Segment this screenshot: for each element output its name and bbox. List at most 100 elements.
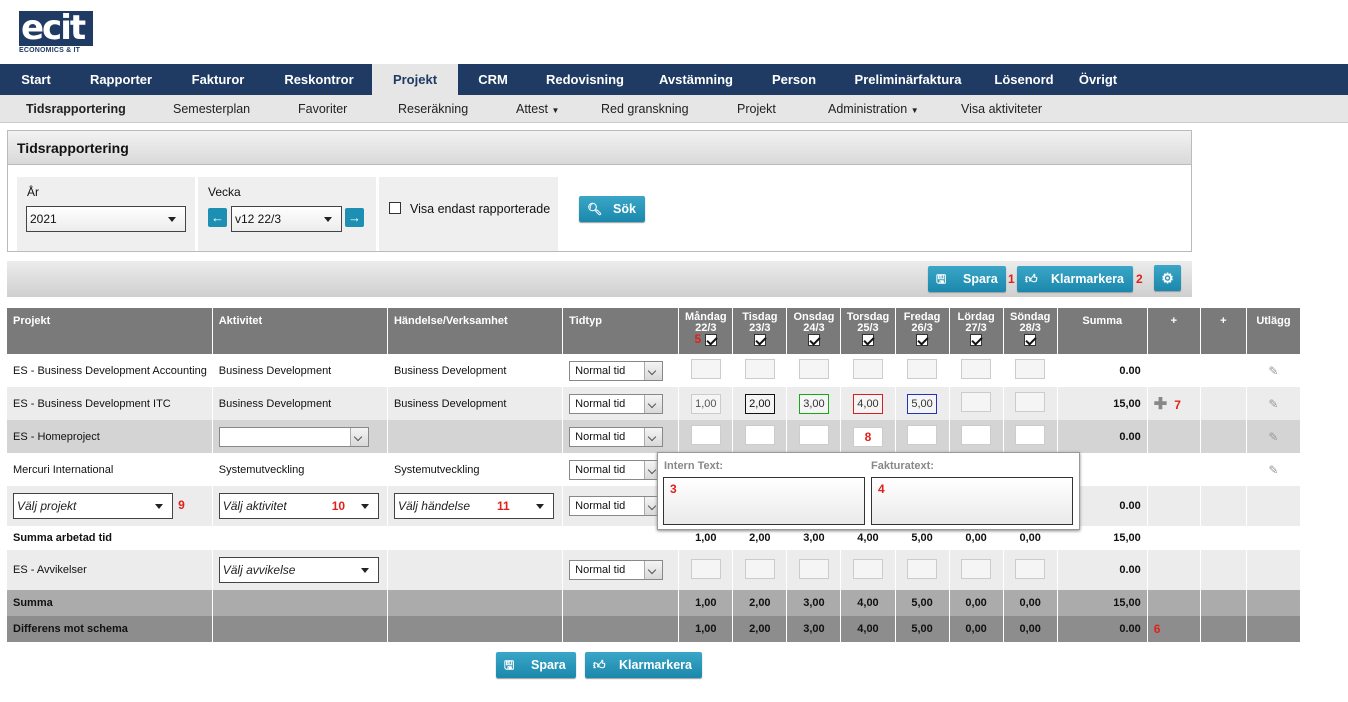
floppy-icon: 🖫 bbox=[504, 658, 515, 672]
settings-gear-icon[interactable]: ⚙ bbox=[1154, 265, 1181, 291]
col-plus-1[interactable]: + bbox=[1147, 308, 1201, 354]
timetype-select[interactable]: Normal tid bbox=[569, 426, 664, 447]
hour-input[interactable] bbox=[961, 558, 992, 579]
hour-input[interactable] bbox=[744, 425, 775, 445]
hour-input[interactable] bbox=[744, 558, 775, 579]
pencil-icon[interactable]: ✎ bbox=[1268, 463, 1278, 477]
nav-rapporter[interactable]: Rapporter bbox=[72, 64, 170, 95]
nav-start[interactable]: Start bbox=[0, 64, 72, 95]
save-button-top[interactable]: 🖫 Spara bbox=[928, 266, 1006, 292]
hour-input[interactable]: 1,00 bbox=[690, 393, 721, 414]
pencil-icon[interactable]: ✎ bbox=[1268, 397, 1278, 411]
search-button[interactable]: 🔍︎ Sök bbox=[579, 196, 645, 222]
next-week-arrow-icon[interactable]: → bbox=[345, 208, 364, 227]
hour-input[interactable] bbox=[961, 392, 992, 412]
col-activity: Aktivitet bbox=[212, 308, 388, 354]
week-value: v12 22/3 bbox=[235, 212, 282, 226]
subnav-red-granskning[interactable]: Red granskning bbox=[601, 95, 689, 123]
day-date: 23/3 bbox=[749, 322, 771, 334]
marker-11: 11 bbox=[496, 499, 510, 513]
worked-sum-row: Summa arbetad tid 1,00 2,00 3,00 4,00 5,… bbox=[7, 526, 1302, 550]
hour-input[interactable] bbox=[961, 359, 992, 379]
timetype-select[interactable]: Normal tid bbox=[569, 360, 664, 381]
hour-input[interactable] bbox=[907, 558, 938, 579]
nav-crm[interactable]: CRM bbox=[458, 64, 528, 95]
hour-input[interactable] bbox=[1015, 425, 1046, 445]
week-select[interactable]: v12 22/3 bbox=[231, 206, 342, 232]
subnav-visa-aktiviteter[interactable]: Visa aktiviteter bbox=[961, 95, 1042, 123]
hour-input[interactable] bbox=[1015, 359, 1046, 379]
project-select[interactable]: Välj projekt bbox=[13, 493, 173, 519]
col-plus-2[interactable]: + bbox=[1200, 308, 1247, 354]
hour-input[interactable] bbox=[690, 359, 721, 379]
day-checkbox[interactable] bbox=[807, 334, 820, 346]
hour-input[interactable]: 3,00 bbox=[798, 393, 829, 414]
marker-10: 10 bbox=[331, 499, 346, 513]
deviation-select[interactable]: Välj avvikelse bbox=[218, 557, 379, 583]
save-button-bottom[interactable]: 🖫 Spara bbox=[496, 652, 576, 678]
hour-input[interactable] bbox=[690, 425, 721, 445]
subnav-semesterplan[interactable]: Semesterplan bbox=[173, 95, 250, 123]
only-reported-checkbox[interactable] bbox=[389, 202, 401, 214]
invoice-text-area[interactable]: 4 bbox=[871, 477, 1073, 525]
nav-avstamning[interactable]: Avstämning bbox=[642, 64, 750, 95]
subnav-attest[interactable]: Attest ▼ bbox=[516, 95, 559, 125]
hour-input[interactable]: 4,00 bbox=[852, 393, 883, 414]
ecit-logo[interactable]: ecit ECONOMICS & IT bbox=[19, 11, 93, 57]
day-checkbox[interactable] bbox=[705, 334, 718, 347]
hour-input[interactable]: 2,00 bbox=[744, 393, 775, 414]
day-checkbox[interactable] bbox=[753, 334, 766, 346]
timetype-select[interactable]: Normal tid bbox=[569, 496, 664, 516]
activity-select[interactable]: Välj aktivitet 10 bbox=[218, 493, 379, 519]
hour-input[interactable] bbox=[907, 359, 938, 379]
day-checkbox[interactable] bbox=[1024, 334, 1037, 346]
activity-select[interactable] bbox=[218, 426, 369, 447]
hour-input[interactable] bbox=[852, 359, 883, 379]
hour-input[interactable]: 5,00 bbox=[907, 393, 938, 414]
nav-ovrigt[interactable]: Övrigt bbox=[1070, 64, 1126, 95]
nav-losenord[interactable]: Lösenord bbox=[978, 64, 1070, 95]
day-checkbox[interactable] bbox=[916, 334, 929, 346]
row-sum: 0.00 bbox=[1057, 354, 1148, 387]
hour-input[interactable] bbox=[798, 425, 829, 445]
timetype-select[interactable]: Normal tid bbox=[569, 393, 664, 414]
intern-text-area[interactable]: 3 bbox=[663, 477, 865, 525]
mark-ready-button-top[interactable]: 👍︎ Klarmarkera bbox=[1017, 266, 1133, 292]
subnav-favoriter[interactable]: Favoriter bbox=[298, 95, 347, 123]
hour-input[interactable] bbox=[907, 425, 938, 445]
timetype-select[interactable]: Normal tid bbox=[569, 459, 664, 480]
hour-input[interactable] bbox=[744, 359, 775, 379]
hour-input[interactable] bbox=[1015, 558, 1046, 579]
nav-reskontror[interactable]: Reskontror bbox=[266, 64, 372, 95]
hour-input[interactable] bbox=[690, 558, 721, 579]
hour-input[interactable] bbox=[798, 558, 829, 579]
sub-navigation: Tidsrapportering Semesterplan Favoriter … bbox=[0, 95, 1348, 123]
timetype-select[interactable]: Normal tid bbox=[569, 560, 664, 580]
nav-fakturor[interactable]: Fakturor bbox=[170, 64, 266, 95]
day-checkbox[interactable] bbox=[861, 334, 874, 346]
subnav-administration[interactable]: Administration ▼ bbox=[828, 95, 919, 125]
year-select[interactable]: 2021 bbox=[26, 206, 186, 232]
hour-input-active[interactable]: 8 bbox=[852, 426, 883, 447]
prev-week-arrow-icon[interactable]: ← bbox=[208, 208, 227, 227]
nav-projekt[interactable]: Projekt bbox=[372, 64, 458, 95]
marker-7: 7 bbox=[1174, 397, 1181, 412]
plus-icon[interactable]: ✚ bbox=[1154, 396, 1167, 413]
empty-cell bbox=[1147, 354, 1201, 387]
hour-input[interactable] bbox=[852, 558, 883, 579]
pencil-icon[interactable]: ✎ bbox=[1268, 430, 1278, 444]
event-select[interactable]: Välj händelse 11 bbox=[393, 493, 554, 519]
mark-ready-button-bottom[interactable]: 👍︎ Klarmarkera bbox=[585, 652, 702, 678]
subnav-projekt[interactable]: Projekt bbox=[737, 95, 776, 123]
hour-input[interactable] bbox=[961, 425, 992, 445]
subnav-reserakning[interactable]: Reseräkning bbox=[398, 95, 468, 123]
hour-input[interactable] bbox=[798, 359, 829, 379]
pencil-icon[interactable]: ✎ bbox=[1268, 364, 1278, 378]
subnav-tidsrapportering[interactable]: Tidsrapportering bbox=[26, 95, 126, 123]
logo-text: ecit bbox=[19, 11, 93, 46]
nav-redovisning[interactable]: Redovisning bbox=[528, 64, 642, 95]
nav-preliminarfaktura[interactable]: Preliminärfaktura bbox=[838, 64, 978, 95]
hour-input[interactable] bbox=[1015, 392, 1046, 412]
day-checkbox[interactable] bbox=[970, 334, 983, 346]
nav-person[interactable]: Person bbox=[750, 64, 838, 95]
